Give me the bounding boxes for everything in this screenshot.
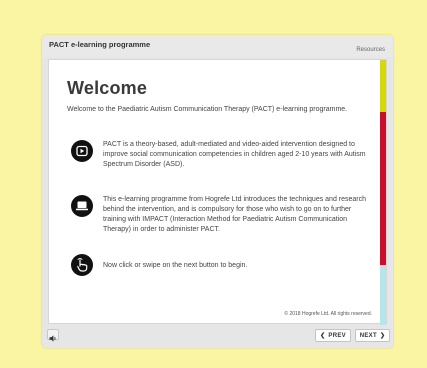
course-player: PACT e-learning programme Resources Welc… (42, 35, 393, 348)
prev-button[interactable]: ❮ PREV (315, 329, 351, 342)
copyright-text: © 2018 Hogrefe Ltd. All rights reserved. (284, 311, 372, 317)
slide-content: Welcome Welcome to the Paediatric Autism… (48, 59, 387, 325)
chevron-left-icon: ❮ (320, 333, 326, 339)
resources-link[interactable]: Resources (356, 47, 385, 53)
play-icon (71, 140, 93, 162)
control-bar: ❮ PREV NEXT ❯ (42, 324, 393, 348)
intro-text: Welcome to the Paediatric Autism Communi… (67, 106, 348, 113)
speaker-icon (49, 335, 56, 342)
next-label: NEXT (359, 332, 377, 339)
page-title: Welcome (67, 78, 148, 98)
item-text: PACT is a theory-based, adult-mediated a… (103, 141, 366, 168)
chevron-right-icon: ❯ (379, 333, 386, 339)
tap-hand-icon (71, 254, 93, 276)
course-title: PACT e-learning programme (49, 40, 151, 49)
laptop-icon (71, 195, 93, 217)
prev-label: PREV (328, 332, 346, 339)
item-text: Now click or swipe on the next button to… (103, 262, 248, 269)
top-bar: PACT e-learning programme Resources (42, 35, 393, 57)
volume-button[interactable] (47, 329, 59, 342)
stripe-red (380, 112, 386, 265)
stripe-yellow (380, 60, 386, 112)
stripe-teal (380, 265, 386, 325)
item-text: This e-learning programme from Hogrefe L… (103, 196, 367, 233)
progress-stripe (380, 60, 386, 325)
next-button[interactable]: NEXT ❯ (355, 329, 390, 342)
